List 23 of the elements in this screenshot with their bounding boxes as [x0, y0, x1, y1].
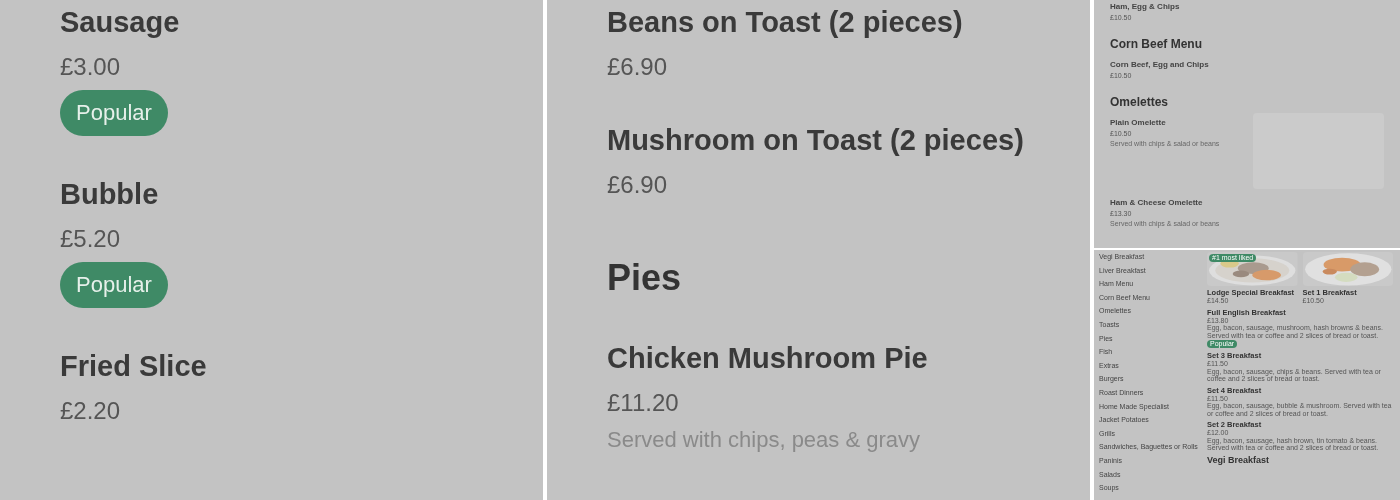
item-price: £5.20 — [60, 224, 122, 254]
item-name: Chicken Mushroom Pie — [607, 341, 928, 376]
section-heading: Pies — [607, 256, 683, 300]
item-name: Sausage — [60, 5, 180, 40]
item-name: Beans on Toast (2 pieces) — [607, 5, 963, 40]
item-name: Ham & Cheese Omelette — [1110, 198, 1204, 208]
item-name: Mushroom on Toast (2 pieces) — [607, 123, 1024, 158]
item-name: Corn Beef, Egg and Chips — [1110, 60, 1209, 70]
item-name: Ham, Egg & Chips — [1110, 2, 1180, 12]
section-heading: Corn Beef Menu — [1110, 37, 1203, 51]
section-heading: Vegi Breakfast — [1207, 454, 1271, 466]
item-price: £3.00 — [60, 52, 122, 82]
item-price: £6.90 — [607, 170, 669, 200]
item-name: Plain Omelette — [1110, 118, 1167, 128]
popular-badge: Popular — [60, 262, 168, 308]
item-description: Served with chips, peas & gravy — [607, 426, 922, 454]
item-name: Fried Slice — [60, 349, 207, 384]
item-price: £6.90 — [607, 52, 669, 82]
popular-badge: Popular — [60, 90, 168, 136]
item-name: Bubble — [60, 177, 160, 212]
item-price: £2.20 — [60, 396, 122, 426]
section-heading: Omelettes — [1110, 95, 1170, 109]
item-price: £11.20 — [607, 388, 680, 418]
